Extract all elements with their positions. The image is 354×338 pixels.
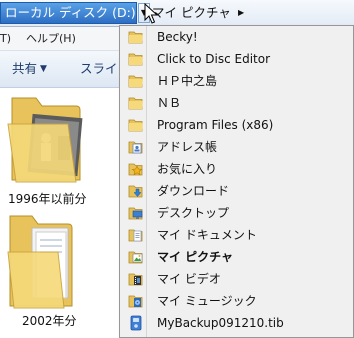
slideshow-button[interactable]: スライ	[80, 51, 118, 87]
toolbar: 共有 ▼ スライ	[0, 51, 120, 88]
menu-item-label: MyBackup091210.tib	[157, 316, 284, 330]
backup-file-icon	[130, 315, 142, 331]
folder-documents-icon[interactable]	[6, 212, 86, 312]
menu-item-program-files-x86[interactable]: Program Files (x86)	[121, 114, 352, 136]
menu-item-label: マイ ドキュメント	[157, 228, 257, 242]
menu-item-label: Click to Disc Editor	[157, 52, 271, 66]
mouse-cursor-icon	[144, 3, 159, 24]
documents-icon	[128, 229, 143, 242]
favorites-icon	[128, 163, 143, 176]
file-list: 1996年以前分 2002年分	[0, 88, 120, 338]
menu-item-hp-nakanoshima[interactable]: ＨＰ中之島	[121, 70, 352, 92]
breadcrumb-drive[interactable]: ローカル ディスク (D:)	[0, 2, 137, 24]
address-bar[interactable]: ローカル ディスク (D:) ▼ マイ ピクチャ ▶	[0, 0, 354, 27]
menu-item-label: マイ ビデオ	[157, 272, 221, 286]
menu-item-click-to-disc-editor[interactable]: Click to Disc Editor	[121, 48, 352, 70]
menu-item-label: ダウンロード	[157, 184, 230, 198]
menu-item-becky[interactable]: Becky!	[121, 26, 352, 48]
breadcrumb-current[interactable]: マイ ピクチャ	[152, 2, 231, 24]
folder-icon	[128, 97, 143, 110]
downloads-icon	[128, 185, 143, 198]
folder-icon	[128, 119, 143, 132]
folder-icon	[128, 53, 143, 66]
menu-bar: T) ヘルプ(H)	[0, 27, 120, 51]
menu-item-label: アドレス帳	[157, 140, 218, 154]
file-label[interactable]: 2002年分	[22, 312, 77, 329]
menu-item-label: Becky!	[157, 30, 198, 44]
desktop-icon	[128, 207, 143, 220]
videos-icon	[128, 273, 143, 286]
contacts-icon	[128, 141, 143, 154]
menu-tools[interactable]: T)	[0, 27, 11, 50]
folder-icon	[128, 31, 143, 44]
menu-item-label: ＨＰ中之島	[157, 74, 218, 88]
share-button[interactable]: 共有	[12, 51, 37, 87]
menu-item-label: マイ ピクチャ	[157, 250, 234, 264]
menu-item-my-documents[interactable]: マイ ドキュメント	[121, 224, 352, 246]
menu-item-my-music[interactable]: マイ ミュージック	[121, 290, 352, 312]
share-dropdown-icon[interactable]: ▼	[40, 51, 47, 87]
breadcrumb-next-arrow-icon[interactable]: ▶	[238, 2, 244, 24]
menu-help[interactable]: ヘルプ(H)	[26, 27, 76, 50]
menu-item-label: マイ ミュージック	[157, 294, 257, 308]
menu-item-downloads[interactable]: ダウンロード	[121, 180, 352, 202]
menu-item-desktop[interactable]: デスクトップ	[121, 202, 352, 224]
menu-item-label: デスクトップ	[157, 206, 230, 220]
menu-item-label: Program Files (x86)	[157, 118, 274, 132]
folder-icon	[128, 75, 143, 88]
pictures-icon	[128, 251, 143, 264]
menu-item-contacts[interactable]: アドレス帳	[121, 136, 352, 158]
menu-item-label: お気に入り	[157, 162, 218, 176]
photo-folder-icon[interactable]	[6, 94, 94, 186]
menu-item-my-videos[interactable]: マイ ビデオ	[121, 268, 352, 290]
menu-item-nb[interactable]: ＮＢ	[121, 92, 352, 114]
music-icon	[128, 295, 143, 308]
menu-item-favorites[interactable]: お気に入り	[121, 158, 352, 180]
breadcrumb-dropdown-menu: Becky! Click to Disc Editor ＨＰ中之島 ＮＢ Pro…	[119, 25, 354, 338]
file-label[interactable]: 1996年以前分	[8, 190, 87, 207]
menu-item-my-pictures[interactable]: マイ ピクチャ	[121, 246, 352, 268]
menu-item-label: ＮＢ	[157, 96, 182, 110]
menu-item-mybackup-file[interactable]: MyBackup091210.tib	[121, 312, 352, 334]
